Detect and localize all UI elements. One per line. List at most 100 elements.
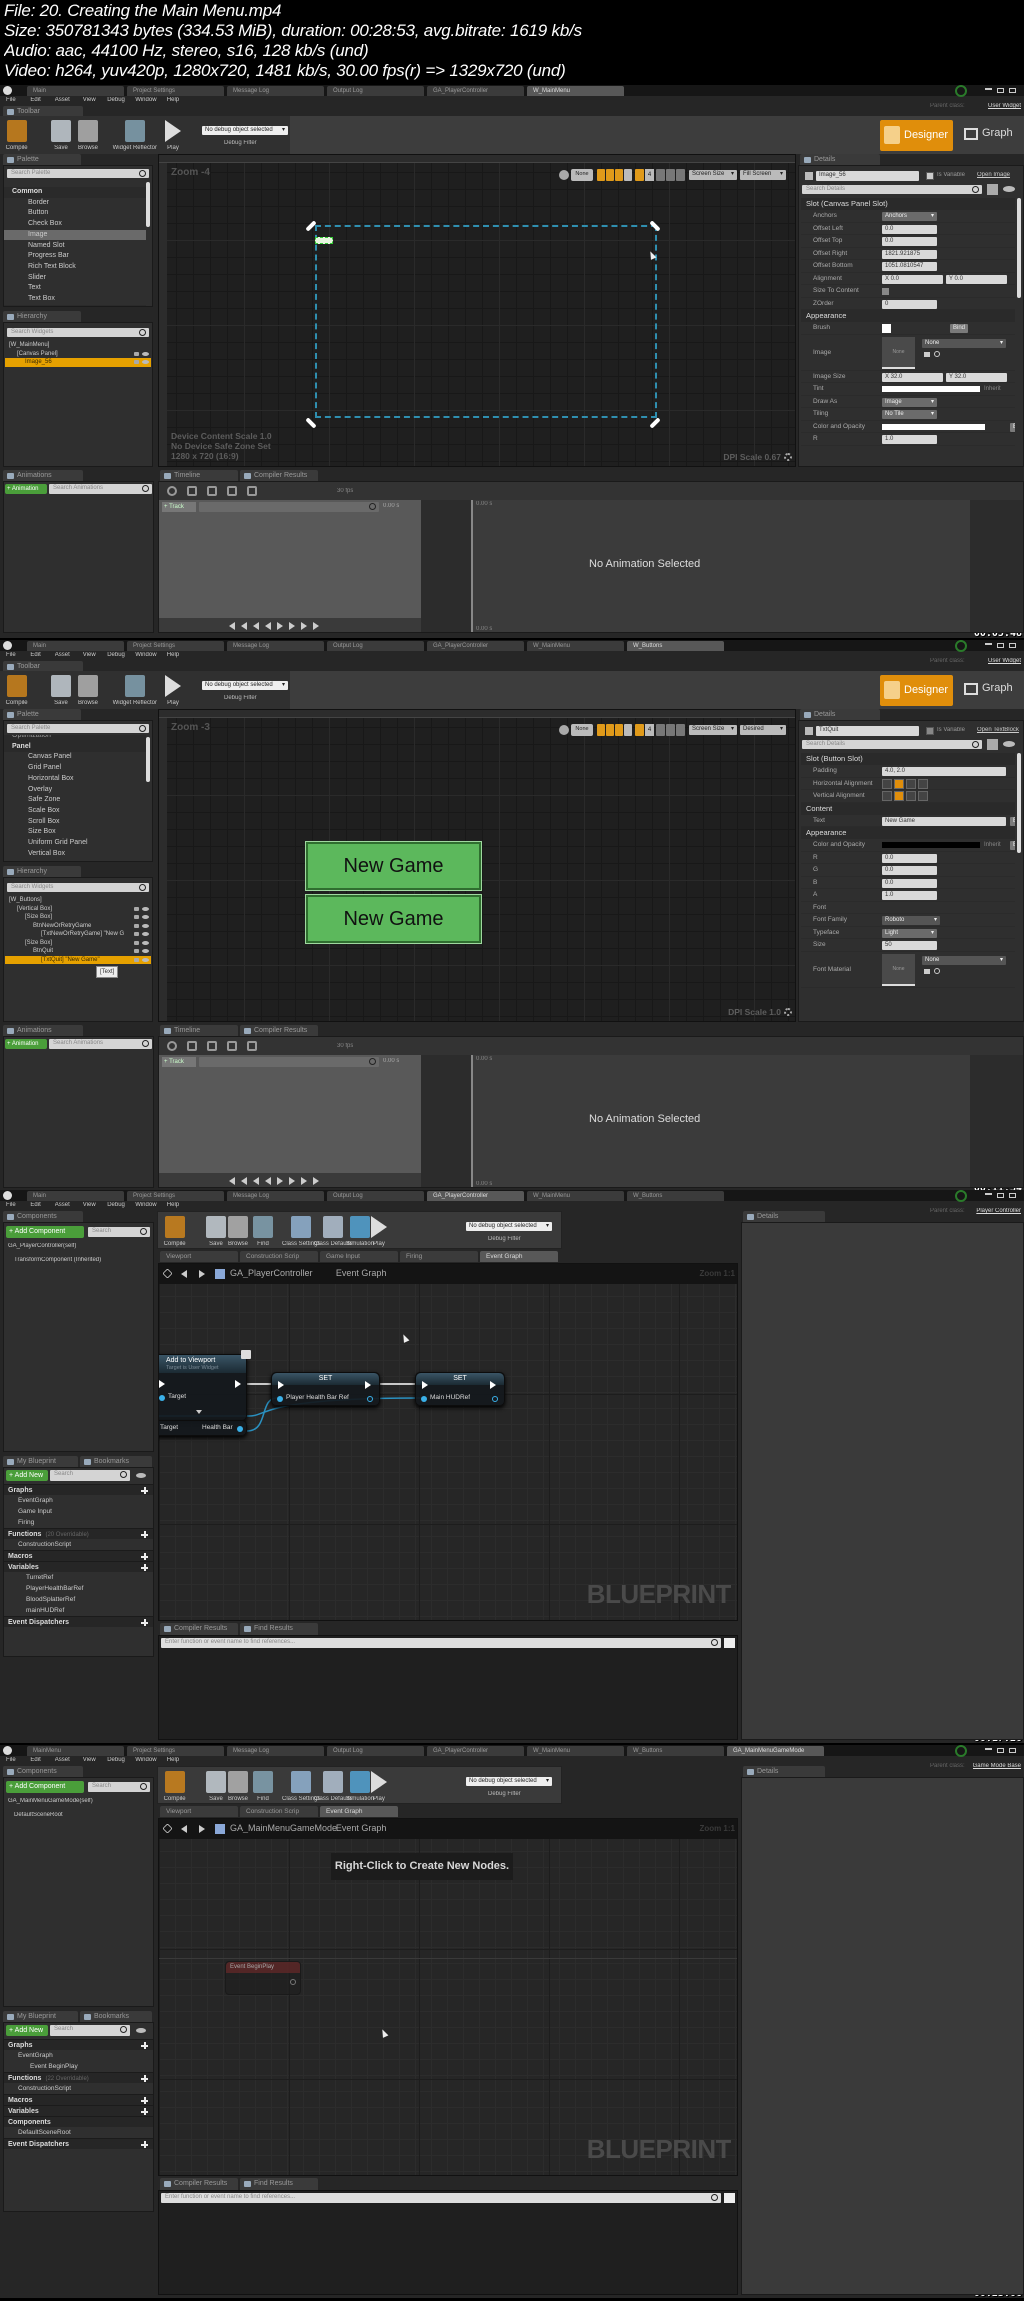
component-item[interactable]: DefaultSceneRoot [14,1812,63,1818]
document-tab[interactable]: GA_PlayerController [427,1746,524,1756]
property-vector-input[interactable]: Y 0.0 [946,274,1007,284]
menu-edit[interactable]: Edit [30,652,40,658]
graph-tab[interactable]: Viewport [160,1251,238,1262]
add-variables-plus-icon[interactable] [141,1564,148,1571]
category-event-dispatchers[interactable]: Event Dispatchers [4,1616,153,1627]
key-icon[interactable] [187,486,197,496]
playback-control-icon[interactable] [265,622,271,630]
asset-dropdown[interactable]: None [922,955,1006,965]
open-widget-link[interactable]: Open TextBlock [977,727,1019,733]
palette-item[interactable]: Scroll Box [4,817,146,828]
blueprint-list-item[interactable]: BloodSplatterRef [4,1594,153,1605]
visibility-eye-icon[interactable] [142,360,149,364]
document-tab[interactable]: Main [27,641,124,651]
palette-item[interactable]: Button [4,208,146,219]
category-macros[interactable]: Macros [4,2094,153,2105]
property-value-input[interactable]: 1051.0810547 [882,262,937,271]
undo-icon[interactable] [167,1041,177,1051]
menu-help[interactable]: Help [167,97,179,103]
add-graphs-plus-icon[interactable] [141,2042,148,2049]
exec-out-pin[interactable] [235,1380,241,1388]
add-component-button[interactable]: + Add Component [6,1226,84,1238]
document-tab[interactable]: Main [27,1191,124,1201]
view-option-icon[interactable] [676,169,685,181]
visibility-eye-icon[interactable] [142,949,149,953]
hierarchy-item[interactable]: [W_MainMenu] [5,341,151,350]
property-value-input[interactable]: 50 [882,941,937,950]
menu-asset[interactable]: Asset [55,1757,70,1763]
transform-icon[interactable] [247,1041,257,1051]
snap-toggle-icon[interactable] [606,724,614,736]
details-section-header[interactable]: Appearance [801,310,1015,322]
graph-tab[interactable]: Game Input [320,1251,398,1262]
globe-icon[interactable] [559,170,569,180]
visibility-eye-icon[interactable] [142,923,149,928]
find-in-all-blueprints-icon[interactable] [724,2193,735,2203]
blueprint-list-item[interactable]: PlayerHealthBarRef [4,1583,153,1594]
results-tab-0[interactable]: Compiler Results [160,2178,238,2190]
forward-arrow-icon[interactable] [199,1825,205,1833]
property-value-input[interactable]: 0.0 [882,237,937,246]
lock-icon[interactable] [134,351,139,356]
blueprint-list-item[interactable]: ConstructionScript [4,2083,153,2094]
property-vector-input[interactable]: X 32.0 [882,372,943,382]
property-matrix-icon[interactable] [987,184,998,195]
blueprint-list-item[interactable]: TurretRef [4,1572,153,1583]
set-player-health-bar-ref-node[interactable]: SET Player Health Bar Ref [271,1372,380,1406]
add-functions-plus-icon[interactable] [141,2075,148,2082]
breadcrumb-blueprint[interactable]: GA_MainMenuGameMode [230,1823,337,1833]
property-value-input[interactable]: 0.0 [882,878,937,888]
parent-class-value[interactable]: User Widget [988,103,1021,109]
play-mode-icon[interactable] [207,1041,217,1051]
toolbar-play-button[interactable]: Play [366,1214,392,1248]
playback-control-icon[interactable] [229,622,235,630]
toolbar-play-button[interactable]: Play [160,118,186,152]
category-graphs[interactable]: Graphs [4,1484,153,1495]
document-tab[interactable]: Output Log [327,1191,424,1201]
results-tab-0[interactable]: Compiler Results [160,1623,238,1635]
grid-snap-value[interactable]: 4 [645,169,654,181]
playback-control-icon[interactable] [301,622,307,630]
palette-item[interactable]: Text [4,283,146,294]
blueprint-list-item[interactable]: EventGraph [4,1495,153,1506]
snap-icon[interactable] [227,1041,237,1051]
color-bar[interactable] [882,423,985,430]
animations-search[interactable]: Search Animations [49,484,152,494]
palette-item[interactable]: Rich Text Block [4,262,146,273]
results-tab-1[interactable]: Find Results [240,1623,318,1635]
hierarchy-item[interactable]: [Size Box] [5,939,151,948]
menu-window[interactable]: Window [135,652,156,658]
visibility-eye-icon[interactable] [142,940,149,945]
menu-file[interactable]: File [6,1202,16,1208]
fps-dropdown[interactable]: 30 fps [337,1043,353,1049]
color-bar[interactable] [882,386,980,392]
snap-toggle-icon[interactable] [624,724,632,736]
menu-file[interactable]: File [6,652,16,658]
menu-view[interactable]: View [83,652,96,658]
localization-preview-dropdown[interactable]: None [571,169,593,181]
document-tab[interactable]: W_MainMenu [527,1191,624,1201]
palette-item[interactable]: Slider [4,273,146,284]
palette-item[interactable]: Scale Box [4,806,146,817]
property-value-input[interactable]: 0.0 [882,224,937,234]
toolbar-compile-button[interactable]: Compile [160,1769,189,1803]
menu-window[interactable]: Window [135,1757,156,1763]
snap-toggle-icon[interactable] [597,724,605,736]
details-scrollbar[interactable] [1017,753,1021,853]
event-begin-play-node[interactable]: Event BeginPlay [225,1961,301,1995]
details-section-header[interactable]: Slot (Canvas Panel Slot) [801,198,1015,210]
playback-control-icon[interactable] [265,1177,271,1185]
graph-tab[interactable]: Event Graph [320,1806,398,1817]
parent-class-value[interactable]: Player Controller [976,1208,1021,1214]
globe-icon[interactable] [559,725,569,735]
property-dropdown[interactable]: Roboto [882,916,940,925]
breadcrumb-graph[interactable]: Event Graph [336,1823,387,1833]
document-tab[interactable]: Project Settings [127,1746,224,1756]
health-bar-pin[interactable] [237,1426,243,1432]
add-track-button[interactable]: + Track [162,1057,196,1067]
add-graphs-plus-icon[interactable] [141,1487,148,1494]
widget-name-input[interactable]: TxtQuit [816,726,919,736]
grid-snap-toggle-icon[interactable] [635,724,644,736]
menu-help[interactable]: Help [167,652,179,658]
maximize-icon[interactable] [997,88,1004,93]
